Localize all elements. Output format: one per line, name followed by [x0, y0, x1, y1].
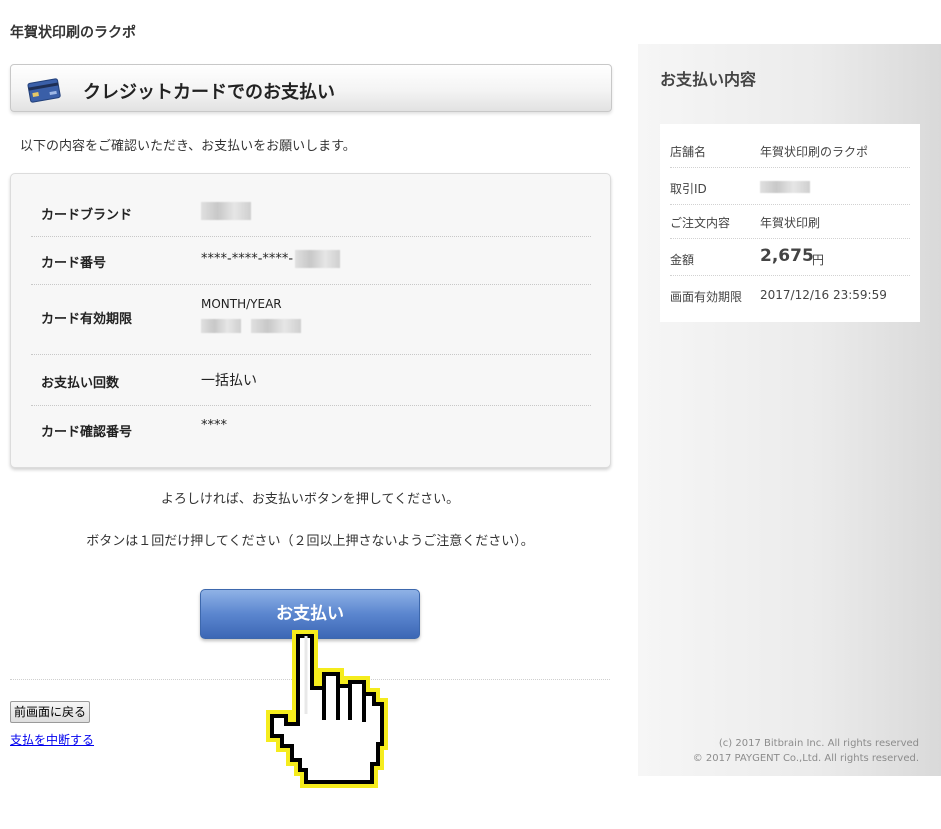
- card-expiry-label: カード有効期限: [41, 312, 133, 327]
- card-number-mask: ****-****-****-: [201, 251, 294, 267]
- back-button[interactable]: 前画面に戻る: [10, 701, 91, 723]
- store-value: 年賀状印刷のラクポ: [760, 145, 869, 159]
- press-once-notice: ボタンは１回だけ押してください（２回以上押さないようご注意ください）。: [86, 534, 534, 549]
- summary-box: 店舗名 年賀状印刷のラクポ 取引ID ご注文内容 年賀状印刷 金額 2,675 …: [660, 124, 920, 322]
- order-value: 年賀状印刷: [760, 216, 821, 230]
- page-header: クレジットカードでのお支払い: [10, 64, 612, 112]
- screen-expiry-label: 画面有効期限: [670, 290, 743, 304]
- store-row: 店舗名 年賀状印刷のラクポ: [670, 131, 910, 168]
- card-expiry-value: [201, 318, 301, 333]
- card-expiry-format: MONTH/YEAR: [201, 297, 282, 311]
- copyright-bitbrain: (c) 2017 Bitbrain Inc. All rights reserv…: [718, 738, 919, 749]
- page-title: クレジットカードでのお支払い: [83, 82, 335, 103]
- transaction-label: 取引ID: [670, 182, 707, 196]
- amount-label: 金額: [670, 253, 695, 267]
- card-brand-row: カードブランド: [31, 189, 591, 237]
- copyright: (c) 2017 Bitbrain Inc. All rights reserv…: [693, 736, 919, 766]
- cancel-payment-link[interactable]: 支払を中断する: [10, 731, 94, 748]
- card-info-panel: カードブランド カード番号 ****-****-****- カード有効期限 MO…: [10, 173, 611, 468]
- amount-row: 金額 2,675 円: [670, 239, 910, 276]
- installments-label: お支払い回数: [41, 376, 120, 391]
- order-row: ご注文内容 年賀状印刷: [670, 202, 910, 239]
- credit-card-icon: [27, 78, 61, 103]
- transaction-row: 取引ID: [670, 168, 910, 205]
- summary-title: お支払い内容: [660, 70, 757, 89]
- confirm-text: よろしければ、お支払いボタンを押してください。: [160, 492, 460, 507]
- installments-row: お支払い回数 一括払い: [31, 355, 591, 406]
- order-label: ご注文内容: [670, 216, 731, 230]
- card-number-row: カード番号 ****-****-****-: [31, 237, 591, 285]
- card-brand-value: [201, 202, 251, 220]
- card-number-label: カード番号: [41, 256, 107, 271]
- card-expiry-row: カード有効期限 MONTH/YEAR: [31, 285, 591, 355]
- amount-unit: 円: [812, 253, 825, 267]
- store-label: 店舗名: [670, 145, 707, 159]
- card-number-value: ****-****-****-: [201, 250, 341, 268]
- intro-text: 以下の内容をご確認いただき、お支払いをお願いします。: [20, 139, 356, 154]
- shop-name: 年賀状印刷のラクポ: [10, 25, 136, 41]
- installments-value: 一括払い: [201, 373, 257, 389]
- hand-pointer-icon: [266, 630, 388, 788]
- copyright-paygent: © 2017 PAYGENT Co.,Ltd. All rights reser…: [692, 753, 919, 764]
- cvv-value: ****: [201, 418, 227, 433]
- screen-expiry-value: 2017/12/16 23:59:59: [760, 288, 887, 302]
- cvv-row: カード確認番号 ****: [31, 406, 591, 454]
- card-brand-label: カードブランド: [41, 208, 133, 223]
- cvv-label: カード確認番号: [41, 425, 133, 440]
- payment-summary-sidebar: お支払い内容 店舗名 年賀状印刷のラクポ 取引ID ご注文内容 年賀状印刷 金額…: [638, 44, 941, 776]
- transaction-value: [760, 179, 810, 193]
- amount-value: 2,675: [760, 246, 814, 266]
- screen-expiry-row: 画面有効期限 2017/12/16 23:59:59: [670, 276, 910, 313]
